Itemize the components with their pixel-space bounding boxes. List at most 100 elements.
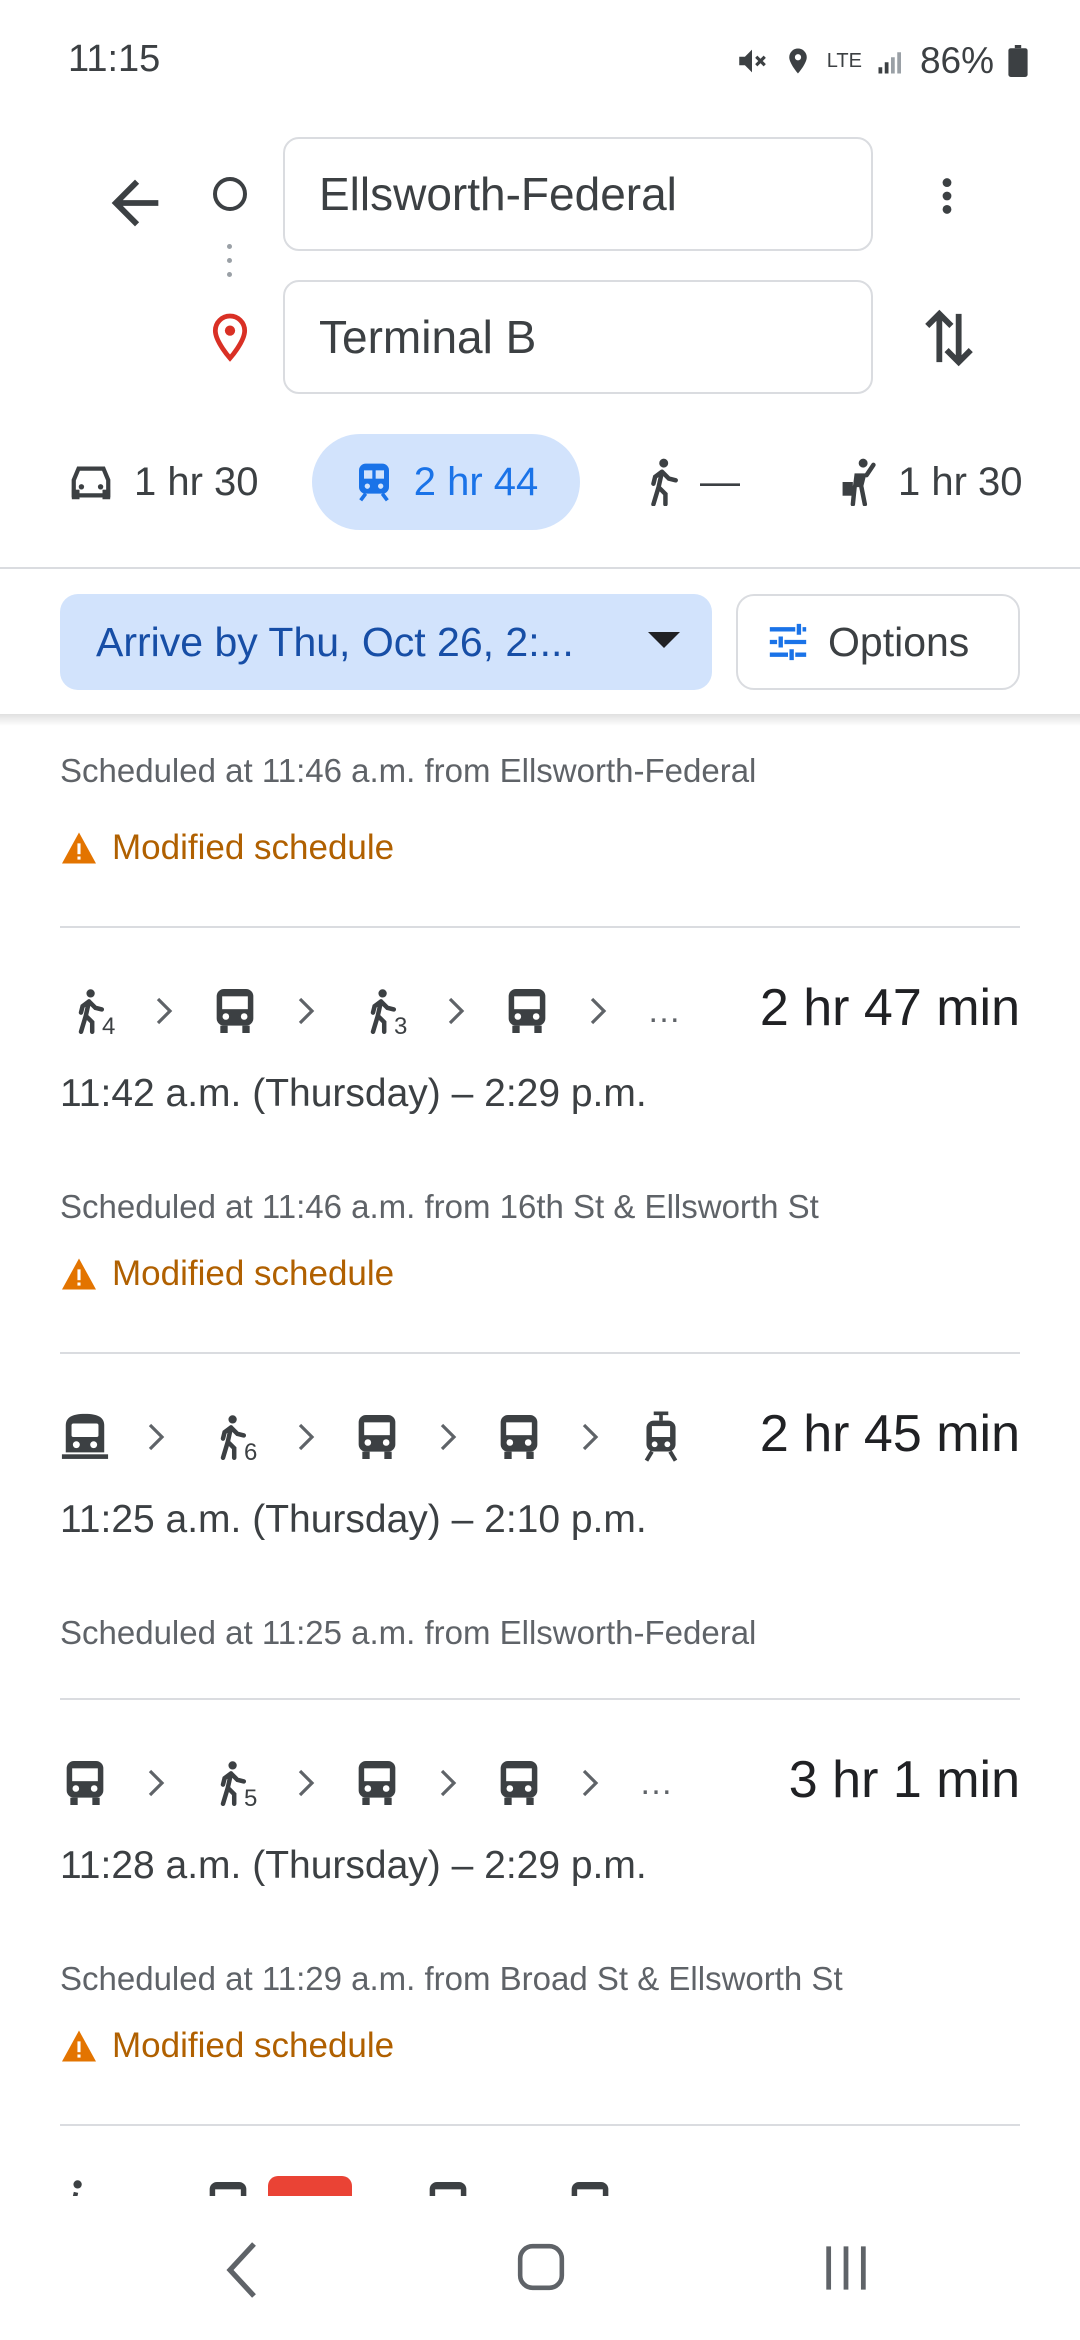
modified-schedule-notice: Modified schedule xyxy=(60,828,394,868)
walk-icon: 5 xyxy=(202,1755,260,1812)
rideshare-icon xyxy=(842,458,876,506)
route-duration: 2 hr 45 min xyxy=(759,1405,1020,1463)
route-duration: 2 hr 47 min xyxy=(759,979,1020,1037)
swap-icon[interactable] xyxy=(920,303,978,373)
arrive-by-dropdown[interactable]: Arrive by Thu, Oct 26, 2:... xyxy=(60,594,712,690)
route-duration: 3 hr 1 min xyxy=(788,1751,1020,1809)
route-times: 11:28 a.m. (Thursday) – 2:29 p.m. xyxy=(60,1844,647,1887)
tab-transit[interactable]: 2 hr 44 xyxy=(312,434,580,530)
bus-icon xyxy=(209,2182,247,2196)
nav-recents-icon[interactable] xyxy=(820,2242,872,2294)
options-label: Options xyxy=(828,618,970,665)
route-option[interactable]: 6 2 hr 45 min 11:25 a.m. (Thursday) – 2:… xyxy=(0,1402,1080,1562)
nav-home-icon[interactable] xyxy=(516,2242,566,2292)
mute-icon xyxy=(738,49,766,73)
transit-icon xyxy=(358,463,389,502)
route-option[interactable]: 4 3 … 2 hr 47 min 11:42 a.m. (Thursday) … xyxy=(0,976,1080,1136)
walk-icon: 4 xyxy=(60,983,118,1040)
route-scheduled-text: Scheduled at 11:29 a.m. from Broad St & … xyxy=(60,1960,843,1997)
route-steps: 4 3 … xyxy=(60,976,684,1046)
bus-icon xyxy=(502,983,552,1039)
walk-icon: 3 xyxy=(352,983,410,1040)
tab-walking[interactable]: — xyxy=(644,434,740,530)
origin-input[interactable]: Ellsworth-Federal xyxy=(283,137,873,251)
system-nav-bar xyxy=(0,2196,1080,2340)
travel-mode-tabs: 1 hr 30 2 hr 44 — 1 hr 30 xyxy=(0,434,1080,534)
origin-circle-icon xyxy=(213,177,247,211)
route-badge xyxy=(268,2176,352,2196)
route-option-partial[interactable] xyxy=(60,2172,1020,2196)
route-steps: 5 … xyxy=(60,1748,676,1818)
modified-schedule-label: Modified schedule xyxy=(112,828,395,867)
subway-icon xyxy=(60,1409,110,1465)
walk-minutes: 5 xyxy=(244,1785,258,1812)
car-icon xyxy=(71,466,111,500)
more-steps-ellipsis: … xyxy=(647,991,681,1030)
header-shadow xyxy=(0,714,1080,726)
warning-icon xyxy=(62,2030,96,2062)
route-scheduled-text: Scheduled at 11:46 a.m. from Ellsworth-F… xyxy=(60,752,757,789)
walk-minutes: 6 xyxy=(244,1439,258,1466)
route-times: 11:25 a.m. (Thursday) – 2:10 p.m. xyxy=(60,1498,647,1541)
chevron-right-icon xyxy=(110,1423,202,1451)
modified-schedule-label: Modified schedule xyxy=(112,1254,395,1293)
dropdown-caret-icon xyxy=(648,632,680,648)
list-divider xyxy=(60,1698,1020,1700)
bus-icon xyxy=(352,1755,402,1811)
modified-schedule-label: Modified schedule xyxy=(112,2026,395,2065)
route-list[interactable]: Scheduled at 11:46 a.m. from Ellsworth-F… xyxy=(0,726,1080,2196)
walk-minutes: 4 xyxy=(102,1013,116,1040)
arrive-by-label: Arrive by Thu, Oct 26, 2:... xyxy=(96,618,574,665)
tab-transit-label: 2 hr 44 xyxy=(413,459,539,504)
battery-percent: 86% xyxy=(919,40,994,81)
tab-rideshare[interactable]: 1 hr 30 xyxy=(838,434,1023,530)
bus-icon xyxy=(429,2182,467,2196)
route-steps: 6 xyxy=(60,1402,686,1472)
header-divider xyxy=(0,567,1080,569)
destination-pin-icon xyxy=(212,313,248,362)
destination-input[interactable]: Terminal B xyxy=(283,280,873,394)
options-button[interactable]: Options xyxy=(736,594,1020,690)
list-divider xyxy=(60,1352,1020,1354)
chevron-right-icon xyxy=(402,1769,494,1797)
chevron-right-icon xyxy=(544,1423,636,1451)
bus-icon xyxy=(352,1409,402,1465)
bus-icon xyxy=(60,1755,110,1811)
more-steps-ellipsis: … xyxy=(639,1763,673,1802)
battery-icon xyxy=(1008,45,1028,77)
back-arrow-icon[interactable] xyxy=(100,168,170,238)
route-option[interactable]: 5 … 3 hr 1 min 11:28 a.m. (Thursday) – 2… xyxy=(0,1748,1080,1908)
chevron-right-icon xyxy=(402,1423,494,1451)
nav-back-icon[interactable] xyxy=(222,2240,262,2300)
chevron-right-icon xyxy=(544,1769,636,1797)
tab-driving-label: 1 hr 30 xyxy=(134,459,259,504)
more-vert-icon[interactable] xyxy=(924,168,970,224)
chevron-right-icon xyxy=(260,1423,352,1451)
walk-icon xyxy=(651,458,678,506)
bus-icon xyxy=(494,1755,544,1811)
location-icon xyxy=(788,48,807,74)
chevron-right-icon xyxy=(110,1769,202,1797)
bus-icon xyxy=(210,983,260,1039)
walk-icon: 6 xyxy=(202,1409,260,1466)
list-divider xyxy=(60,926,1020,928)
status-time: 11:15 xyxy=(68,38,161,80)
tab-rideshare-label: 1 hr 30 xyxy=(898,459,1023,504)
walk-icon xyxy=(72,2180,82,2196)
tab-driving[interactable]: 1 hr 30 xyxy=(68,434,259,530)
warning-icon xyxy=(62,832,96,864)
tram-icon xyxy=(636,1409,686,1465)
chevron-right-icon xyxy=(410,997,502,1025)
network-type: LTE xyxy=(826,50,862,72)
chevron-right-icon xyxy=(260,1769,352,1797)
tab-walking-label: — xyxy=(700,459,740,504)
route-dots xyxy=(227,244,233,288)
bus-icon xyxy=(494,1409,544,1465)
modified-schedule-notice: Modified schedule xyxy=(60,1254,394,1294)
chevron-right-icon xyxy=(118,997,210,1025)
warning-icon xyxy=(62,1258,96,1290)
status-bar: 11:15 LTE 86% xyxy=(0,0,1080,125)
tune-icon xyxy=(769,623,807,661)
route-scheduled-text: Scheduled at 11:25 a.m. from Ellsworth-F… xyxy=(60,1614,757,1651)
chevron-right-icon xyxy=(552,997,644,1025)
